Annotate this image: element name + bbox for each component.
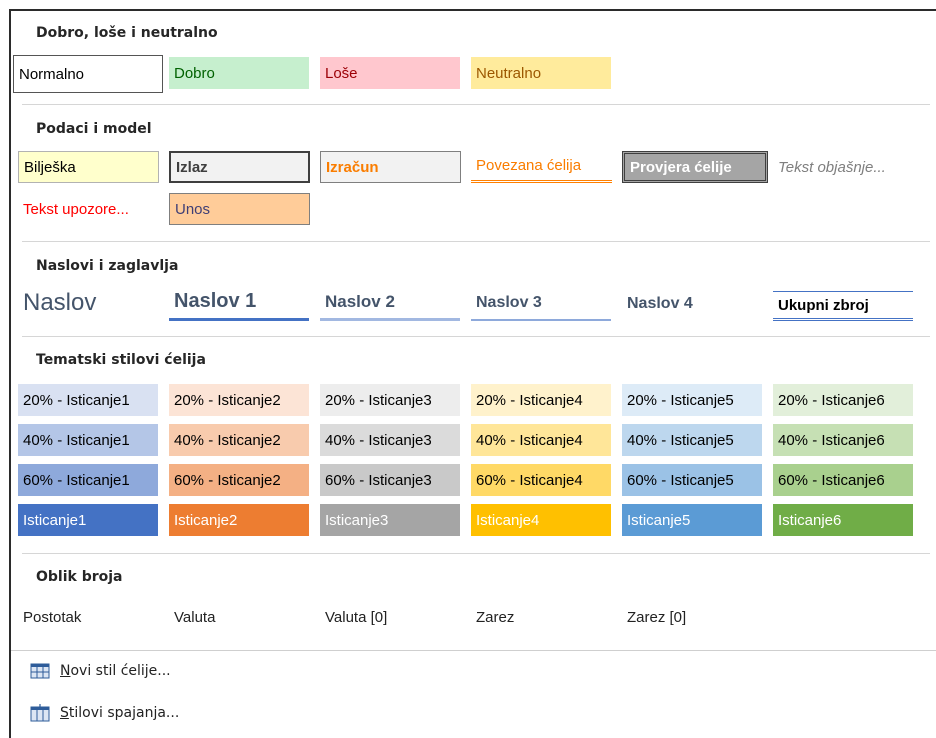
style-comma-0[interactable]: Zarez [0]: [622, 601, 762, 633]
section-title-themed: Tematski stilovi ćelija: [36, 352, 206, 368]
style-20-accent1[interactable]: 20% - Isticanje1: [18, 384, 158, 416]
style-accent4[interactable]: Isticanje4: [471, 504, 611, 536]
style-percent[interactable]: Postotak: [18, 601, 158, 633]
style-20-accent6[interactable]: 20% - Isticanje6: [773, 384, 913, 416]
style-accent1[interactable]: Isticanje1: [18, 504, 158, 536]
style-40-accent5[interactable]: 40% - Isticanje5: [622, 424, 762, 456]
style-normal[interactable]: Normalno: [13, 55, 163, 93]
new-cell-style-menu-item[interactable]: Novi stil ćelije...: [30, 659, 171, 683]
style-note[interactable]: Bilješka: [18, 151, 159, 183]
separator: [22, 336, 930, 337]
style-input[interactable]: Unos: [169, 193, 310, 225]
separator: [22, 553, 930, 554]
style-accent3[interactable]: Isticanje3: [320, 504, 460, 536]
style-40-accent1[interactable]: 40% - Isticanje1: [18, 424, 158, 456]
style-60-accent3[interactable]: 60% - Isticanje3: [320, 464, 460, 496]
style-heading-4[interactable]: Naslov 4: [622, 287, 762, 321]
section-title-number-format: Oblik broja: [36, 569, 123, 585]
style-60-accent6[interactable]: 60% - Isticanje6: [773, 464, 913, 496]
style-40-accent4[interactable]: 40% - Isticanje4: [471, 424, 611, 456]
style-accent2[interactable]: Isticanje2: [169, 504, 309, 536]
menu-separator: [11, 650, 936, 651]
merge-styles-icon: [30, 704, 50, 722]
style-explanatory-text[interactable]: Tekst objašnje...: [773, 151, 914, 183]
style-neutral[interactable]: Neutralno: [471, 57, 611, 89]
style-40-accent3[interactable]: 40% - Isticanje3: [320, 424, 460, 456]
new-cell-style-icon: [30, 663, 50, 679]
separator: [22, 104, 930, 105]
style-good[interactable]: Dobro: [169, 57, 309, 89]
separator: [22, 241, 930, 242]
style-heading-3[interactable]: Naslov 3: [471, 287, 611, 321]
style-60-accent4[interactable]: 60% - Isticanje4: [471, 464, 611, 496]
style-40-accent2[interactable]: 40% - Isticanje2: [169, 424, 309, 456]
style-warning-text[interactable]: Tekst upozore...: [18, 193, 159, 225]
style-comma[interactable]: Zarez: [471, 601, 611, 633]
merge-styles-menu-item[interactable]: Stilovi spajanja...: [30, 701, 179, 725]
style-20-accent4[interactable]: 20% - Isticanje4: [471, 384, 611, 416]
style-heading-2[interactable]: Naslov 2: [320, 285, 460, 321]
style-currency[interactable]: Valuta: [169, 601, 309, 633]
style-linked-cell[interactable]: Povezana ćelija: [471, 151, 612, 183]
style-total[interactable]: Ukupni zbroj: [773, 291, 913, 321]
style-output[interactable]: Izlaz: [169, 151, 310, 183]
style-20-accent3[interactable]: 20% - Isticanje3: [320, 384, 460, 416]
style-check-cell[interactable]: Provjera ćelije: [622, 151, 768, 183]
section-title-data-model: Podaci i model: [36, 121, 152, 137]
style-title[interactable]: Naslov: [18, 285, 158, 321]
style-heading-1[interactable]: Naslov 1: [169, 285, 309, 321]
merge-styles-label: Stilovi spajanja...: [60, 705, 180, 721]
section-title-titles: Naslovi i zaglavlja: [36, 258, 179, 274]
style-20-accent2[interactable]: 20% - Isticanje2: [169, 384, 309, 416]
cell-styles-gallery: Dobro, loše i neutralno Normalno Dobro L…: [9, 9, 936, 738]
section-title-good-bad: Dobro, loše i neutralno: [36, 25, 218, 41]
style-40-accent6[interactable]: 40% - Isticanje6: [773, 424, 913, 456]
style-20-accent5[interactable]: 20% - Isticanje5: [622, 384, 762, 416]
style-calculation[interactable]: Izračun: [320, 151, 461, 183]
style-60-accent2[interactable]: 60% - Isticanje2: [169, 464, 309, 496]
style-currency-0[interactable]: Valuta [0]: [320, 601, 460, 633]
style-accent5[interactable]: Isticanje5: [622, 504, 762, 536]
style-60-accent1[interactable]: 60% - Isticanje1: [18, 464, 158, 496]
style-60-accent5[interactable]: 60% - Isticanje5: [622, 464, 762, 496]
style-bad[interactable]: Loše: [320, 57, 460, 89]
new-cell-style-label: Novi stil ćelije...: [60, 663, 171, 679]
style-accent6[interactable]: Isticanje6: [773, 504, 913, 536]
